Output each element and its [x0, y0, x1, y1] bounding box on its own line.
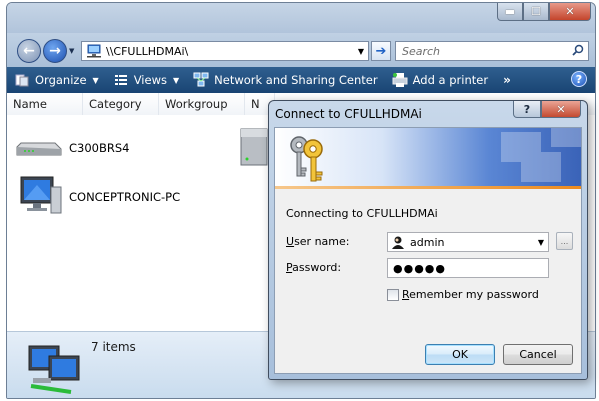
cancel-button[interactable]: Cancel [503, 344, 573, 365]
computer-icon [20, 176, 62, 214]
back-arrow-icon: ← [23, 43, 35, 59]
network-location-icon [87, 44, 101, 58]
network-sharing-center-button[interactable]: Network and Sharing Center [186, 69, 384, 91]
username-label: User name: [286, 235, 349, 248]
maximize-button[interactable]: ☐ [523, 3, 549, 21]
help-button[interactable]: ? [571, 71, 587, 87]
dialog-close-button[interactable]: ✕ [541, 101, 581, 118]
connecting-text: Connecting to CFULLHDMAi [286, 207, 438, 220]
network-computers-icon [28, 345, 80, 394]
username-value[interactable]: admin [410, 236, 534, 249]
add-printer-label: Add a printer [412, 73, 489, 87]
views-icon [113, 72, 129, 88]
close-icon: ✕ [565, 5, 575, 18]
remember-label-text: emember my password [409, 288, 539, 301]
add-printer-button[interactable]: Add a printer [385, 69, 495, 91]
item-label: C300BRS4 [69, 141, 130, 155]
browse-button[interactable]: ... [556, 232, 573, 250]
column-header-workgroup[interactable]: Workgroup [159, 93, 245, 115]
views-label: Views [133, 73, 167, 87]
search-icon[interactable] [572, 44, 584, 56]
close-button[interactable]: ✕ [549, 3, 591, 21]
explorer-titlebar: ▬ ☐ ✕ [7, 3, 595, 33]
keys-icon [290, 136, 323, 182]
chevron-down-icon[interactable]: ▼ [534, 238, 548, 247]
list-item[interactable]: C300BRS4 [15, 135, 129, 161]
recent-pages-dropdown[interactable]: ▼ [69, 47, 77, 55]
banner-decoration [501, 128, 581, 182]
column-header-category[interactable]: Category [83, 93, 159, 115]
password-label-text: assword: [292, 261, 342, 274]
connect-dialog: Connect to CFULLHDMAi ? ✕ Connecting to … [268, 100, 588, 380]
organize-label: Organize [35, 73, 87, 87]
search-box[interactable] [395, 41, 589, 61]
back-button[interactable]: ← [17, 39, 41, 63]
go-arrow-icon: ➔ [375, 43, 387, 59]
chevron-down-icon: ▼ [92, 75, 99, 85]
navigation-bar: ← → ▼ \\CFULLHDMAi\ ▼ ➔ [7, 33, 595, 67]
command-toolbar: Organize ▼ Views ▼ Network and Sharing C… [7, 67, 595, 93]
organize-icon [14, 72, 30, 88]
list-item[interactable]: CONCEPTRONIC-PC [17, 175, 180, 219]
minimize-button[interactable]: ▬ [497, 3, 523, 21]
chevron-down-icon: ▼ [172, 75, 180, 85]
address-dropdown-icon[interactable]: ▼ [354, 47, 368, 56]
more-commands-button[interactable]: » [495, 73, 519, 87]
help-icon: ? [523, 102, 531, 116]
remember-password-label[interactable]: Remember my password [402, 288, 539, 301]
user-icon [392, 236, 404, 249]
username-label-accesskey: U [286, 235, 295, 248]
forward-button[interactable]: → [43, 39, 67, 63]
address-text[interactable]: \\CFULLHDMAi\ [106, 45, 354, 58]
help-icon: ? [575, 72, 583, 86]
password-field[interactable]: ●●●●● [387, 258, 549, 278]
remember-password-option[interactable]: Remember my password [387, 288, 539, 301]
dialog-body: Connecting to CFULLHDMAi User name: admi… [274, 127, 582, 374]
dialog-title: Connect to CFULLHDMAi [275, 107, 422, 121]
maximize-icon: ☐ [531, 5, 541, 18]
password-label: Password: [286, 261, 341, 274]
window-controls: ▬ ☐ ✕ [497, 3, 591, 21]
banner-divider [275, 186, 581, 189]
column-header-name[interactable]: Name [7, 93, 83, 115]
views-menu[interactable]: Views ▼ [106, 69, 186, 91]
close-icon: ✕ [556, 102, 566, 116]
ok-button[interactable]: OK [425, 344, 495, 365]
remember-password-checkbox[interactable] [387, 288, 399, 301]
search-input[interactable] [400, 43, 564, 59]
network-sharing-label: Network and Sharing Center [214, 73, 378, 87]
address-bar[interactable]: \\CFULLHDMAi\ ▼ [81, 41, 369, 61]
forward-arrow-icon: → [49, 43, 61, 59]
dialog-banner [275, 128, 581, 186]
dialog-window-controls: ? ✕ [513, 101, 581, 118]
printer-icon [392, 72, 408, 88]
network-icon [193, 72, 209, 88]
minimize-icon: ▬ [504, 5, 516, 18]
item-label: CONCEPTRONIC-PC [69, 190, 181, 204]
go-button[interactable]: ➔ [371, 41, 391, 61]
username-label-text: ser name: [294, 235, 350, 248]
organize-menu[interactable]: Organize ▼ [7, 69, 106, 91]
router-icon [16, 142, 62, 156]
item-count: 7 items [91, 340, 136, 354]
username-combobox[interactable]: admin ▼ [387, 232, 549, 252]
dialog-help-button[interactable]: ? [513, 101, 541, 118]
